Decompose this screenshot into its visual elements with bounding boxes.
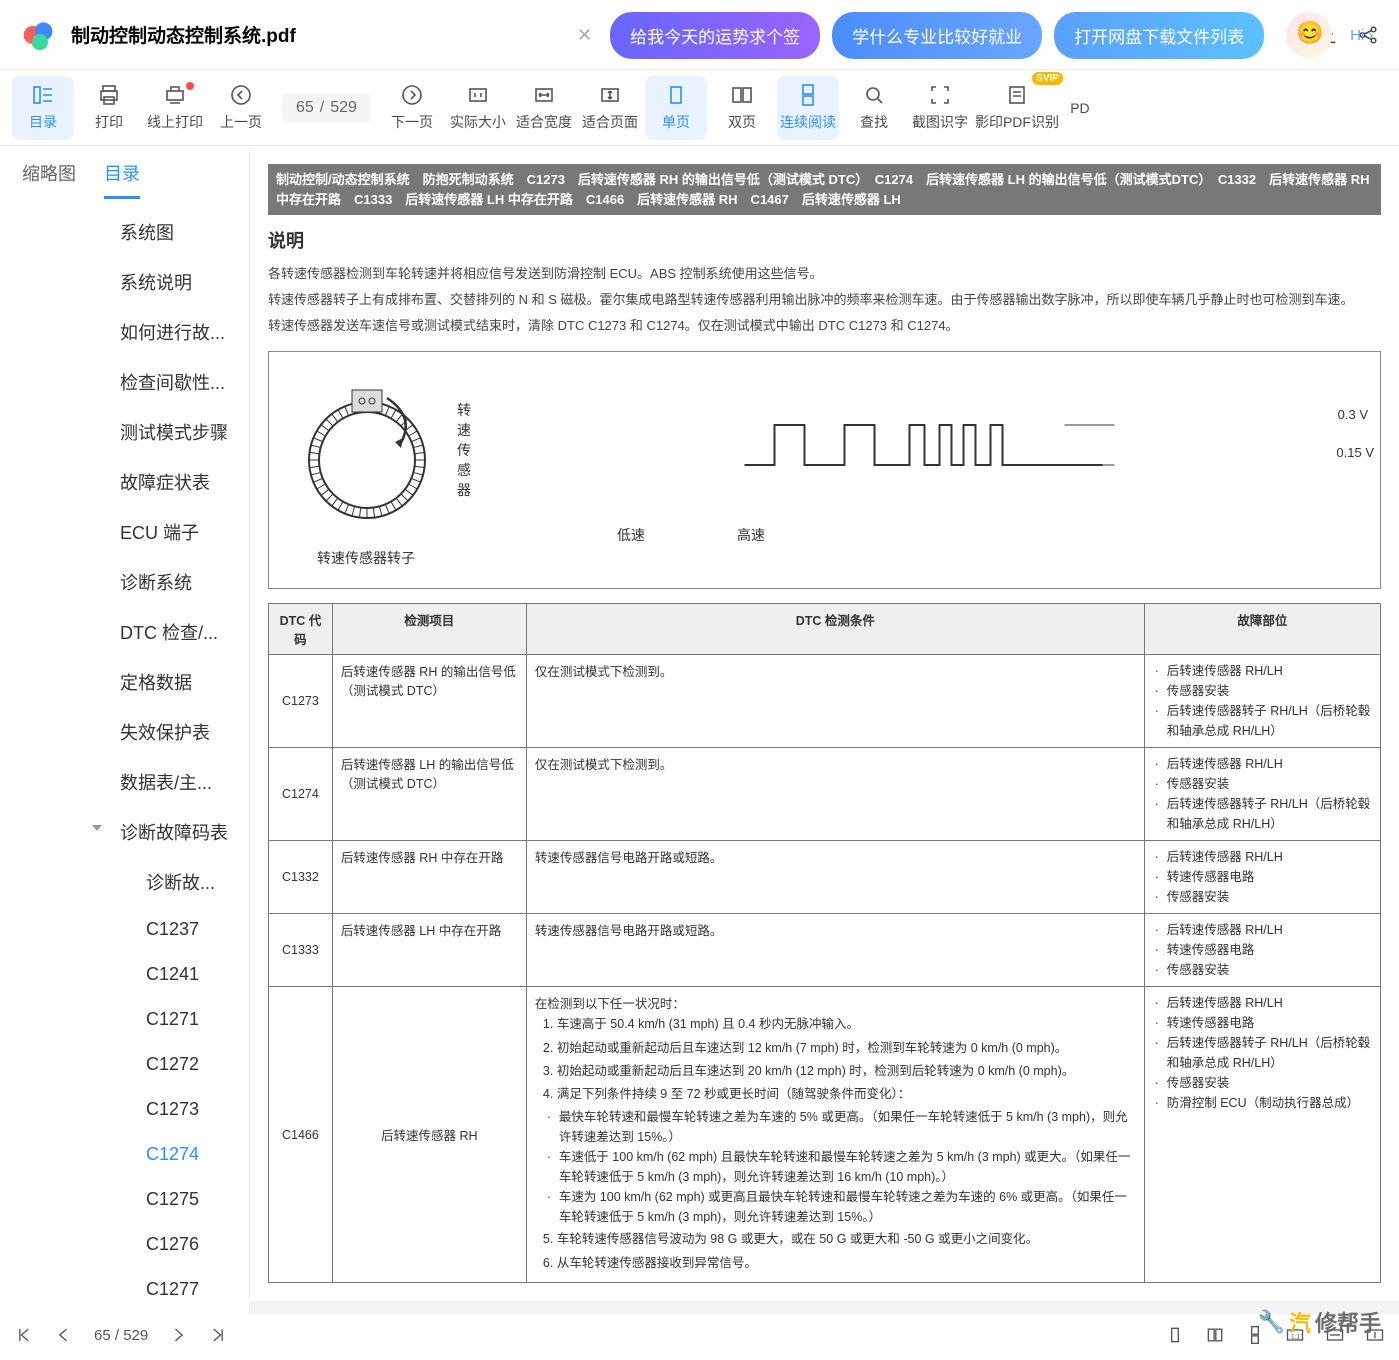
continuous-read-button[interactable]: 连续阅读 (777, 76, 839, 140)
single-page-button[interactable]: 单页 (645, 76, 707, 140)
voltage-2: 0.15 V (1336, 445, 1374, 460)
outline-node[interactable]: 数据表/主... (0, 757, 249, 807)
double-page-button[interactable]: 双页 (711, 76, 773, 140)
suggestion-pill-2[interactable]: 学什么专业比较好就业 (832, 12, 1042, 59)
tab-thumbnails[interactable]: 缩略图 (22, 160, 76, 199)
tab-outline[interactable]: 目录 (104, 160, 140, 199)
next-page-button[interactable]: 下一页 (381, 76, 443, 140)
close-suggestions-icon[interactable]: ✕ (571, 19, 598, 52)
voltage-1: 0.3 V (1338, 407, 1368, 422)
outline-node[interactable]: 检查间歇性... (0, 357, 249, 407)
paragraph: 各转速传感器检测到车轮转速并将相应信号发送到防滑控制 ECU。ABS 控制系统使… (268, 263, 1381, 285)
view-single-icon[interactable] (1165, 1325, 1185, 1345)
outline-node[interactable]: 故障症状表 (0, 457, 249, 507)
rotor-label: 转速传感器转子 (317, 548, 415, 568)
outline-node[interactable]: C1271 (0, 997, 249, 1042)
table-row: C1274后转速传感器 LH 的输出信号低（测试模式 DTC）仅在测试模式下检测… (269, 748, 1381, 841)
th-cond: DTC 检测条件 (526, 604, 1144, 655)
th-item: 检测项目 (332, 604, 526, 655)
outline-node[interactable]: 诊断故障码表 (0, 807, 249, 857)
th-code: DTC 代码 (269, 604, 333, 655)
page-indicator[interactable]: 65/529 (282, 93, 371, 123)
table-row: C1273后转速传感器 RH 的输出信号低（测试模式 DTC）仅在测试模式下检测… (269, 655, 1381, 748)
caret-down-icon (92, 825, 102, 831)
outline-node[interactable]: 失效保护表 (0, 707, 249, 757)
hi-label[interactable]: Hi › (1350, 27, 1373, 44)
document-title: 制动控制动态控制系统.pdf (71, 21, 296, 48)
outline-node[interactable]: 系统图 (0, 207, 249, 257)
online-print-button[interactable]: 线上打印 (144, 76, 206, 140)
suggestion-pill-1[interactable]: 给我今天的运势求个签 (610, 12, 820, 59)
prev-icon[interactable] (54, 1325, 74, 1345)
prev-page-button[interactable]: 上一页 (210, 76, 272, 140)
low-speed-label: 低速 (617, 525, 645, 545)
outline-node[interactable]: C1274 (0, 1132, 249, 1177)
outline-node[interactable]: 如何进行故... (0, 307, 249, 357)
watermark: 🔧汽修帮手 (1258, 1306, 1381, 1338)
outline-node[interactable]: C1276 (0, 1222, 249, 1267)
dtc-table: DTC 代码 检测项目 DTC 检测条件 故障部位 C1273后转速传感器 RH… (268, 603, 1381, 1283)
sensor-diagram: 转速传感器 转速传感器转子 0.3 V 0.15 V 低速 高速 (268, 351, 1381, 589)
outline-node[interactable]: C1272 (0, 1042, 249, 1087)
outline-node[interactable]: 诊断故... (0, 857, 249, 907)
paragraph: 转速传感器转子上有成排布置、交替排列的 N 和 S 磁极。霍尔集成电路型转速传感… (268, 289, 1381, 311)
outline-node[interactable]: 测试模式步骤 (0, 407, 249, 457)
table-row: C1333后转速传感器 LH 中存在开路转速传感器信号电路开路或短路。后转速传感… (269, 914, 1381, 987)
high-speed-label: 高速 (737, 525, 765, 545)
print-button[interactable]: 打印 (78, 76, 140, 140)
shadow-pdf-button[interactable]: SVIP影印PDF识别 (975, 76, 1059, 140)
outline-node[interactable]: 诊断系统 (0, 557, 249, 607)
footer-page: 65 / 529 (94, 1327, 148, 1344)
suggestion-pill-3[interactable]: 打开网盘下载文件列表 (1054, 12, 1264, 59)
actual-size-button[interactable]: 实际大小 (447, 76, 509, 140)
view-double-icon[interactable] (1205, 1325, 1225, 1345)
notification-dot-icon (186, 82, 194, 90)
last-page-icon[interactable] (208, 1325, 228, 1345)
find-button[interactable]: 查找 (843, 76, 905, 140)
waveform-icon (527, 395, 1362, 505)
outline-node[interactable]: C1275 (0, 1177, 249, 1222)
app-logo-icon (20, 17, 56, 53)
section-title: 说明 (268, 227, 1381, 253)
main-toolbar: 目录 打印 线上打印 上一页 65/529 下一页 实际大小 适合宽度 适合页面… (0, 70, 1399, 146)
first-page-icon[interactable] (14, 1325, 34, 1345)
svip-badge: SVIP (1032, 72, 1063, 85)
assistant-avatar-icon[interactable] (1286, 12, 1332, 58)
paragraph: 转速传感器发送车速信号或测试模式结束时，清除 DTC C1273 和 C1274… (268, 315, 1381, 337)
outline-node[interactable]: C1277 (0, 1267, 249, 1312)
toc-button[interactable]: 目录 (12, 76, 74, 140)
next-icon[interactable] (168, 1325, 188, 1345)
table-row: C1332后转速传感器 RH 中存在开路转速传感器信号电路开路或短路。后转速传感… (269, 841, 1381, 914)
outline-node[interactable]: 定格数据 (0, 657, 249, 707)
outline-node[interactable]: 系统说明 (0, 257, 249, 307)
table-row: C1466后转速传感器 RH在检测到以下任一状况时：车速高于 50.4 km/h… (269, 987, 1381, 1283)
sensor-label: 转速传感器 (457, 400, 471, 500)
doc-header: 制动控制/动态控制系统 防抱死制动系统 C1273 后转速传感器 RH 的输出信… (268, 164, 1381, 215)
outline-node[interactable]: C1237 (0, 907, 249, 952)
outline-node[interactable]: ECU 端子 (0, 507, 249, 557)
fit-width-button[interactable]: 适合宽度 (513, 76, 575, 140)
fit-page-button[interactable]: 适合页面 (579, 76, 641, 140)
screenshot-ocr-button[interactable]: 截图识字 (909, 76, 971, 140)
outline-node[interactable]: C1273 (0, 1087, 249, 1132)
th-fault: 故障部位 (1144, 604, 1380, 655)
pdf-button[interactable]: PD (1063, 76, 1097, 140)
outline-node[interactable]: C1241 (0, 952, 249, 997)
outline-tree: 系统图系统说明如何进行故...检查间歇性...测试模式步骤故障症状表ECU 端子… (0, 199, 249, 1318)
rotor-icon (287, 370, 447, 530)
outline-node[interactable]: DTC 检查/... (0, 607, 249, 657)
